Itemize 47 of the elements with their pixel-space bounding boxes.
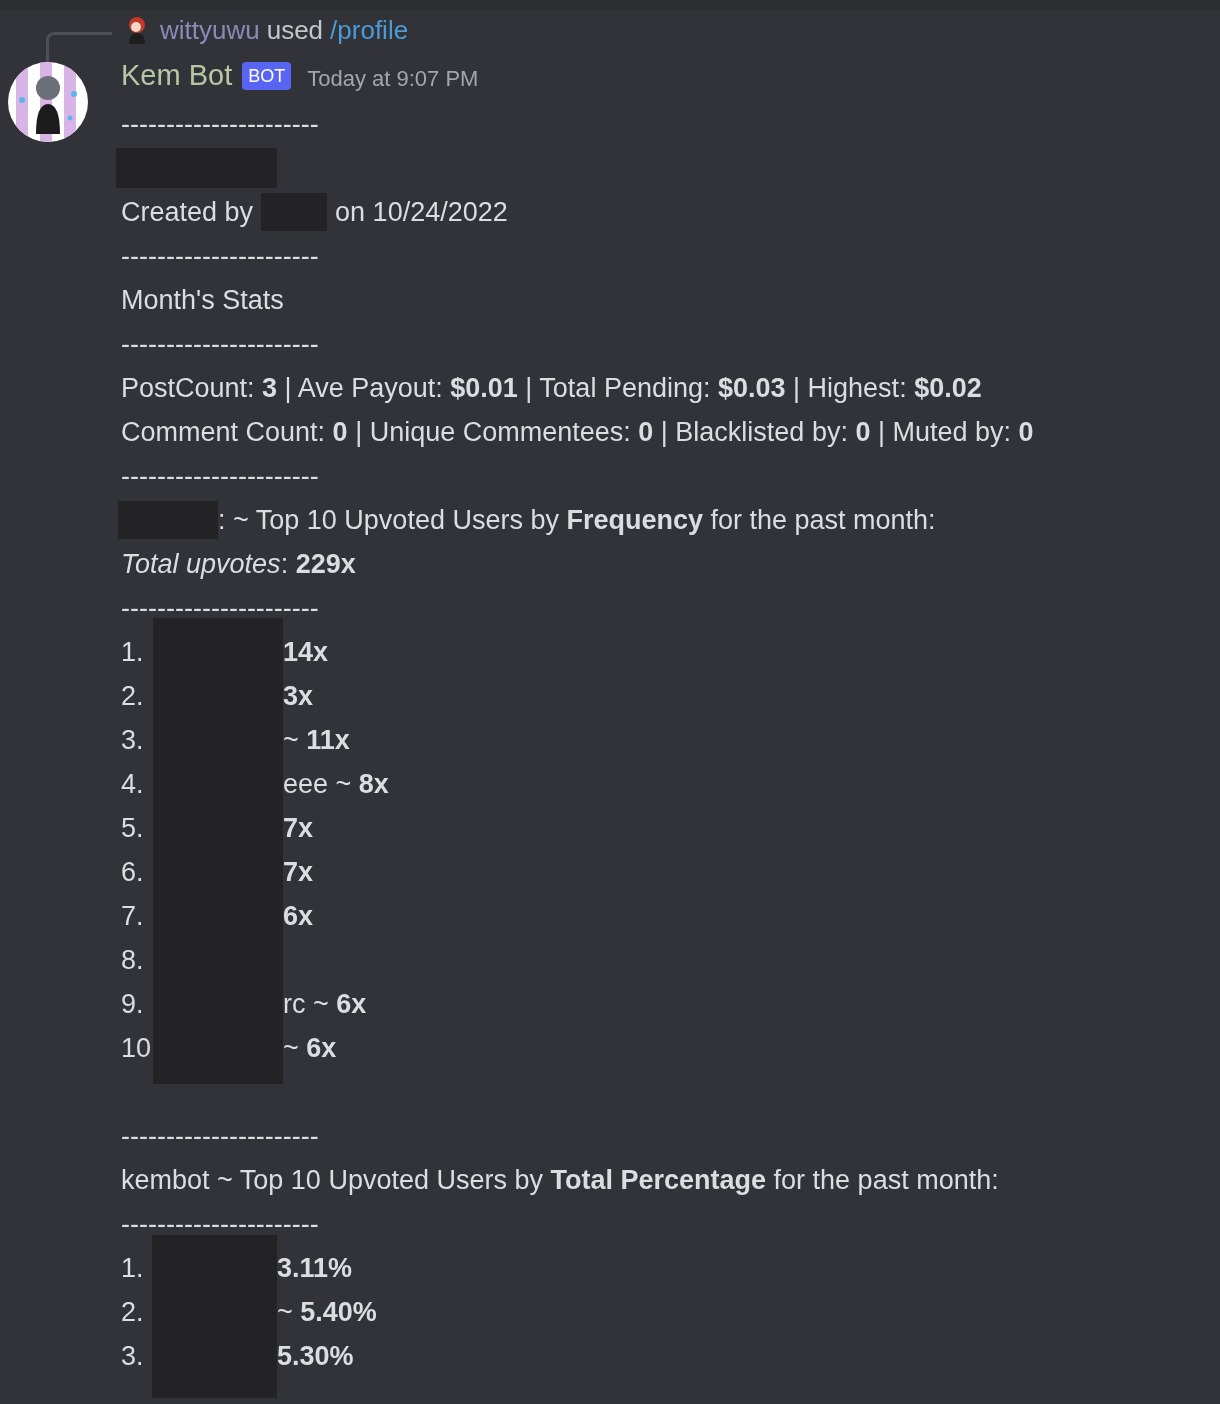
divider-text: ----------------------: [121, 108, 320, 141]
list-entry: 6x: [283, 900, 314, 933]
list-entry: 7x: [283, 856, 314, 889]
list-number: 9.: [121, 988, 145, 1021]
list-number: 5.: [121, 812, 145, 845]
reply-action: used: [266, 13, 324, 47]
message-text: : ~ Top 10 Upvoted Users by Frequency for the past month:: [218, 504, 936, 537]
message-text: Comment Count: 0 | Unique Commentees: 0 | Blacklisted by: 0 | Muted by: 0: [121, 416, 1035, 449]
list-entry: ~ 5.40%: [277, 1296, 377, 1329]
list-number: 3.: [121, 724, 145, 757]
list-entry: 7x: [283, 812, 314, 845]
divider-text: ----------------------: [121, 328, 320, 361]
message-text: Created by: [121, 196, 254, 229]
list-number: 10: [121, 1032, 153, 1065]
list-entry: ~ 6x: [283, 1032, 337, 1065]
reply-username[interactable]: wittyuwu: [160, 10, 260, 50]
command-link[interactable]: /profile: [330, 10, 409, 50]
author-name[interactable]: Kem Bot: [121, 54, 233, 98]
list-entry: ~ 11x: [283, 724, 350, 757]
message-text: kembot ~ Top 10 Upvoted Users by Total Percentage for the past month:: [121, 1164, 1000, 1197]
list-number: 4.: [121, 768, 145, 801]
divider-text: ----------------------: [121, 1208, 320, 1241]
message-text: on 10/24/2022: [335, 196, 508, 229]
list-entry: 3.11%: [277, 1252, 353, 1285]
list-entry: rc ~ 6x: [283, 988, 367, 1021]
list-entry: 3x: [283, 680, 314, 713]
list-entry: eee ~ 8x: [283, 768, 389, 801]
list-number: 1.: [121, 1252, 145, 1285]
message-text: Month's Stats: [121, 284, 285, 317]
list-number: 1.: [121, 636, 145, 669]
divider-text: ----------------------: [121, 1120, 320, 1153]
list-entry: 14x: [283, 636, 329, 669]
list-number: 6.: [121, 856, 145, 889]
list-number: 2.: [121, 1296, 145, 1329]
bot-badge: BOT: [242, 62, 292, 90]
list-number: 7.: [121, 900, 145, 933]
list-number: 2.: [121, 680, 145, 713]
reply-connector: [46, 32, 112, 62]
list-number: 3.: [121, 1340, 145, 1373]
message-text: Total upvotes: 229x: [121, 548, 357, 581]
divider-text: ----------------------: [121, 460, 320, 493]
divider-text: ----------------------: [121, 592, 320, 625]
timestamp: Today at 9:07 PM: [307, 64, 479, 93]
divider-text: ----------------------: [121, 240, 320, 273]
list-number: 8.: [121, 944, 145, 977]
list-entry: 5.30%: [277, 1340, 354, 1373]
message-text: PostCount: 3 | Ave Payout: $0.01 | Total Pending: $0.03 | Highest: $0.02: [121, 372, 983, 405]
